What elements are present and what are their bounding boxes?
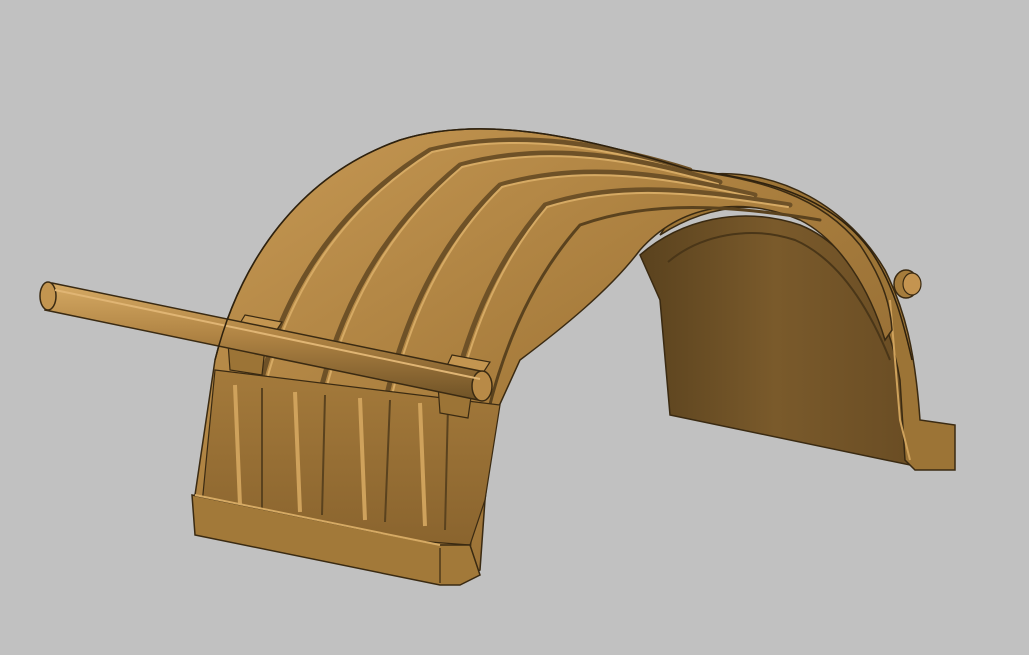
cad-viewport[interactable] xyxy=(0,0,1029,655)
fender-model xyxy=(39,128,956,586)
right-bolt xyxy=(893,269,922,299)
rod-end-right xyxy=(471,370,493,402)
rod-end-left xyxy=(39,281,57,311)
